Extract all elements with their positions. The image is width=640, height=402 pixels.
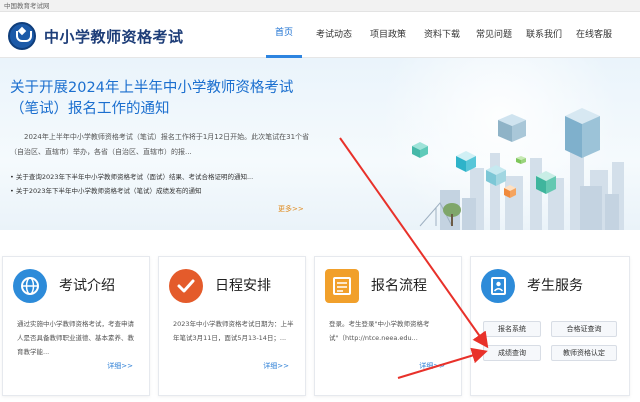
card-title[interactable]: 考试介绍: [59, 275, 115, 295]
card-text: 登录。考生登录"中小学教师资格考试"（http://ntce.neea.edu.…: [329, 320, 430, 342]
topbar-text: 中国教育考试网: [4, 2, 50, 10]
feature-cards: 考试介绍 通过实施中小学教师资格考试，考查申请人是否具备教师职业道德、基本素养、…: [0, 238, 640, 402]
nav-item-faq[interactable]: 常见问题: [472, 12, 516, 58]
teacher-qualification-button[interactable]: 教师资格认定: [551, 345, 617, 361]
banner-news-list: 关于查询2023年下半年中小学教师资格考试（面试）结果、考试合格证明的通知...…: [10, 170, 320, 198]
banner-more-link[interactable]: 更多>>: [278, 204, 304, 214]
news-banner: 关于开展2024年上半年中小学教师资格考试（笔试）报名工作的通知 2024年上半…: [0, 58, 640, 230]
card-more-link[interactable]: 详细>>: [263, 361, 289, 371]
clipboard-icon: [325, 269, 359, 303]
card-more-link[interactable]: 详细>>: [419, 361, 445, 371]
banner-description: 2024年上半年中小学教师资格考试（笔试）报名工作将于1月12日开始。此次笔试在…: [10, 133, 310, 156]
site-logo-icon[interactable]: [8, 22, 36, 50]
card-title[interactable]: 日程安排: [215, 275, 271, 295]
card-title[interactable]: 考生服务: [527, 275, 583, 295]
nav-item-downloads[interactable]: 资料下载: [420, 12, 464, 58]
nav-item-home[interactable]: 首页: [266, 12, 302, 58]
nav-item-online-service[interactable]: 在线客服: [572, 12, 616, 58]
top-bar: 中国教育考试网: [0, 0, 640, 12]
card-candidate-service: 考生服务 报名系统 合格证查询 成绩查询 教师资格认定: [470, 256, 630, 396]
globe-icon: [13, 269, 47, 303]
card-exam-intro: 考试介绍 通过实施中小学教师资格考试，考查申请人是否具备教师职业道德、基本素养、…: [2, 256, 150, 396]
certificate-query-button[interactable]: 合格证查询: [551, 321, 617, 337]
card-schedule: 日程安排 2023年中小学教师资格考试日期为：上半年笔试3月11日，面试5月13…: [158, 256, 306, 396]
site-title[interactable]: 中小学教师资格考试: [44, 26, 184, 47]
registration-system-button[interactable]: 报名系统: [483, 321, 541, 337]
banner-headline-link[interactable]: 关于开展2024年上半年中小学教师资格考试（笔试）报名工作的通知: [10, 78, 310, 120]
checkmark-icon: [169, 269, 203, 303]
card-title[interactable]: 报名流程: [371, 275, 427, 295]
nav-item-policy[interactable]: 项目政策: [366, 12, 410, 58]
card-registration-process: 报名流程 登录。考生登录"中小学教师资格考试"（http://ntce.neea…: [314, 256, 462, 396]
nav-item-exam-news[interactable]: 考试动态: [312, 12, 356, 58]
news-link[interactable]: 关于查询2023年下半年中小学教师资格考试（面试）结果、考试合格证明的通知...: [10, 170, 320, 184]
news-link[interactable]: 关于2023年下半年中小学教师资格考试（笔试）成绩发布的通知: [10, 184, 320, 198]
card-text: 通过实施中小学教师资格考试，考查申请人是否具备教师职业道德、基本素养、教育教学能…: [17, 320, 134, 356]
address-book-icon: [481, 269, 515, 303]
nav-item-contact[interactable]: 联系我们: [522, 12, 566, 58]
card-more-link[interactable]: 详细>>: [107, 361, 133, 371]
card-text: 2023年中小学教师资格考试日期为：上半年笔试3月11日，面试5月13-14日；…: [173, 320, 294, 342]
score-query-button[interactable]: 成绩查询: [483, 345, 541, 361]
